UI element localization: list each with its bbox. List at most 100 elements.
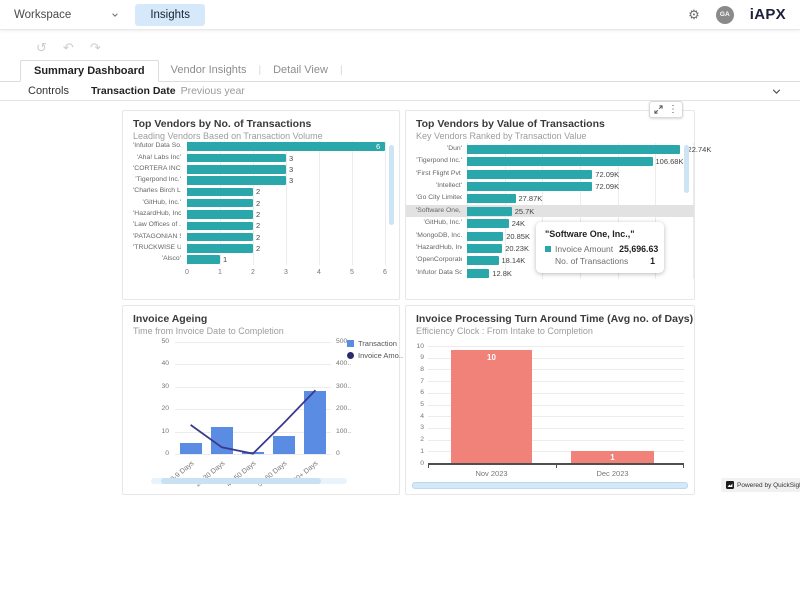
bar[interactable] [451, 350, 532, 464]
bar[interactable] [467, 244, 502, 253]
bar-value-label: 1 [223, 255, 227, 264]
y-axis-tick-label: 9 [416, 354, 424, 361]
chart-card-invoice-ageing: Invoice Ageing Time from Invoice Date to… [122, 305, 400, 495]
axis-tick-label: 3 [284, 269, 288, 276]
gridline [352, 141, 353, 265]
legend-label-transaction: Transaction [358, 339, 397, 348]
bar[interactable] [187, 188, 253, 197]
chart-title: Invoice Processing Turn Around Time (Avg… [416, 313, 693, 325]
bar[interactable] [187, 176, 286, 185]
chart-card-top-vendors-transactions: Top Vendors by No. of Transactions Leadi… [122, 110, 400, 300]
category-label: 'OpenCorporates ..' [416, 256, 462, 263]
category-label: 'Tigerpond Inc.' [133, 176, 181, 183]
bar[interactable] [467, 256, 499, 265]
bar[interactable] [187, 154, 286, 163]
vertical-scrollbar[interactable] [684, 145, 689, 193]
y-axis-tick-label: 1 [416, 448, 424, 455]
chart-subtitle: Efficiency Clock : From Intake to Comple… [416, 326, 593, 336]
kebab-menu-icon[interactable]: ⋮ [668, 105, 678, 115]
reset-icon[interactable]: ↺ [36, 40, 47, 56]
tab-separator: | [340, 65, 343, 81]
legend-swatch-transaction [347, 340, 354, 347]
bar[interactable] [467, 219, 509, 228]
bar[interactable] [187, 165, 286, 174]
bar[interactable] [467, 170, 592, 179]
category-label: 'Tigerpond Inc.' [416, 157, 462, 164]
right-axis-tick-label: 0 [336, 450, 340, 457]
horizontal-scrollbar[interactable] [161, 478, 321, 484]
bar[interactable] [467, 232, 503, 241]
bar-value-label: 72.09K [595, 170, 619, 179]
undo-icon[interactable]: ↶ [63, 40, 74, 56]
bar-value-label: 24K [512, 219, 525, 228]
tooltip-series-swatch [545, 246, 551, 252]
left-axis-tick-label: 40 [133, 360, 169, 367]
chart-subtitle: Time from Invoice Date to Completion [133, 326, 284, 336]
bar[interactable] [467, 145, 680, 154]
bar[interactable] [187, 210, 253, 219]
expand-icon[interactable] [654, 105, 663, 114]
filter-value[interactable]: Previous year [181, 85, 245, 97]
filter-name[interactable]: Transaction Date [91, 85, 176, 97]
bar[interactable] [467, 269, 489, 278]
app-window: Workspace Insights ⚙ GA iAPX ↺ ↶ ↷ Summa… [0, 0, 800, 600]
x-axis-tick-mark [556, 465, 557, 468]
user-avatar[interactable]: GA [716, 6, 734, 24]
bar[interactable] [467, 182, 592, 191]
redo-icon[interactable]: ↷ [90, 40, 101, 56]
chart-card-turnaround-time: Invoice Processing Turn Around Time (Avg… [405, 305, 695, 495]
powered-by-badge: Powered by QuickSight [721, 478, 800, 492]
chart-title: Top Vendors by Value of Transactions [416, 118, 605, 130]
workspace-selector[interactable]: Workspace [14, 9, 119, 21]
category-label: 'Intellect' [416, 182, 462, 189]
gridline [385, 141, 386, 265]
app-header: Workspace Insights ⚙ GA iAPX [0, 0, 800, 30]
bar-value-label: 1 [571, 453, 654, 462]
tab-detail-view[interactable]: Detail View [261, 60, 340, 81]
collapse-chevron-icon[interactable] [771, 86, 782, 97]
left-axis-tick-label: 10 [133, 428, 169, 435]
vertical-scrollbar[interactable] [389, 145, 394, 225]
powered-by-text: Powered by QuickSight [737, 482, 800, 489]
bar[interactable] [187, 222, 253, 231]
left-axis-tick-label: 0 [133, 450, 169, 457]
chart-plot-area: 50403020100500..400..300..200..100..00-9… [133, 340, 389, 486]
bar[interactable] [467, 157, 653, 166]
tab-vendor-insights[interactable]: Vendor Insights [159, 60, 259, 81]
category-label: 'First Flight Pvt Ltd' [416, 170, 462, 177]
category-label: 'GitHub, Inc.' [133, 199, 181, 206]
bar-value-label: 6 [376, 142, 380, 151]
tab-summary-dashboard[interactable]: Summary Dashboard [20, 60, 159, 82]
y-axis-tick-label: 6 [416, 389, 424, 396]
bar-value-label: 2 [256, 199, 260, 208]
horizontal-scrollbar[interactable] [412, 482, 688, 489]
bar[interactable] [467, 207, 512, 216]
category-label: 'Charles Birch L..' [133, 187, 181, 194]
bar-value-label: 106.68K [656, 157, 684, 166]
bar[interactable] [187, 233, 253, 242]
bar-value-label: 2 [256, 221, 260, 230]
category-label: 'Law Offices of ..' [133, 221, 181, 228]
line-series [175, 342, 331, 454]
chart-plot-area: 10987654321010Nov 20231Dec 2023 [416, 340, 684, 486]
legend-label-invoice-amount: Invoice Amo.. [358, 351, 403, 360]
tooltip-label: No. of Transactions [555, 256, 628, 266]
bar[interactable] [187, 255, 220, 264]
legend-swatch-invoice-amount [347, 352, 354, 359]
controls-bar: Controls Transaction Date Previous year [0, 82, 800, 101]
insights-button[interactable]: Insights [135, 4, 205, 26]
bar[interactable] [187, 199, 253, 208]
y-axis-tick-label: 10 [416, 343, 424, 350]
axis-tick-label: 2 [251, 269, 255, 276]
bar[interactable] [187, 244, 253, 253]
widget-menu: ⋮ [649, 101, 683, 118]
axis-tick-label: 0 [185, 269, 189, 276]
x-axis-category-label: Nov 2023 [451, 469, 532, 478]
settings-gear-icon[interactable]: ⚙ [688, 7, 700, 23]
bar-value-label: 3 [289, 154, 293, 163]
bar[interactable] [187, 142, 385, 151]
bar-value-label: 3 [289, 165, 293, 174]
bar-value-label: 18.14K [502, 256, 526, 265]
bar-value-label: 2 [256, 233, 260, 242]
bar[interactable] [467, 194, 516, 203]
